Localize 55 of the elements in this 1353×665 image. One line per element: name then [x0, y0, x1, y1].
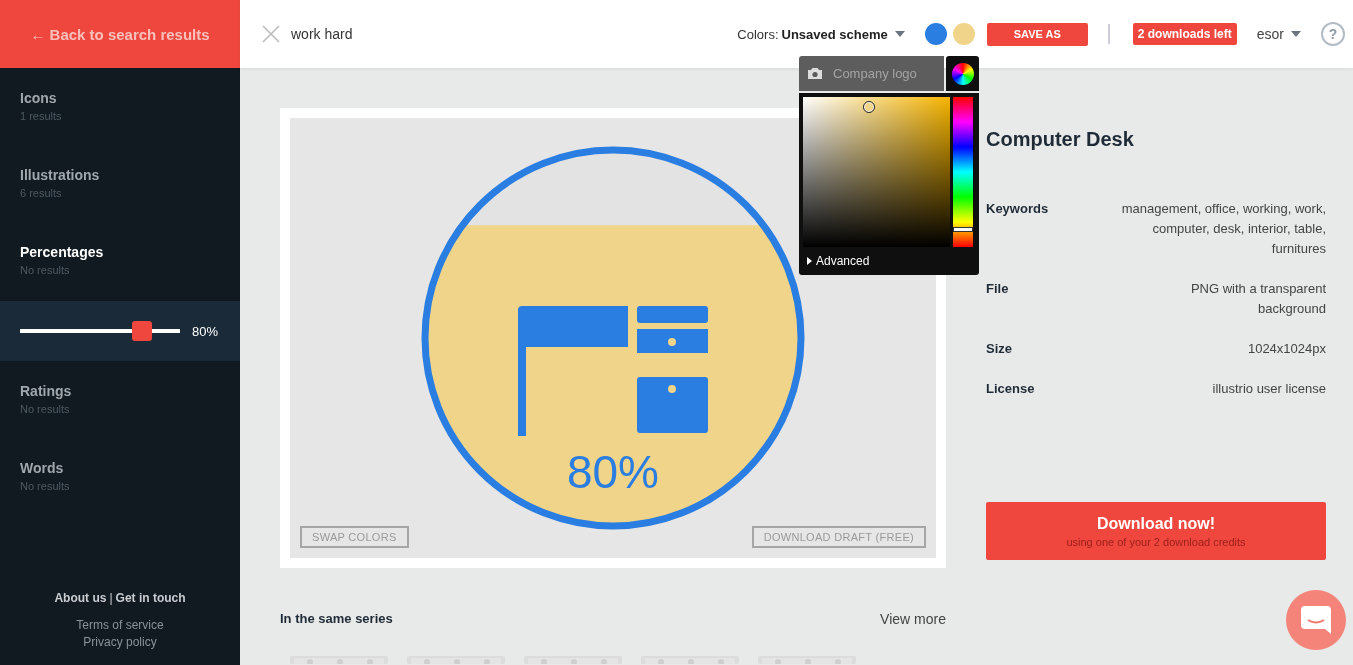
percentage-label: 80% [566, 446, 660, 498]
hue-handle[interactable] [953, 226, 973, 232]
chat-icon [1301, 606, 1331, 634]
category-count: 1 results [20, 110, 62, 122]
separator-text: | [109, 591, 113, 605]
category-count: No results [20, 480, 70, 492]
detail-value: illustrio user license [1212, 380, 1326, 398]
color-wheel-button[interactable] [946, 56, 979, 91]
picker-handle[interactable] [863, 101, 875, 113]
category-title: Icons [20, 90, 57, 106]
color-scheme-label: Colors: [737, 26, 779, 42]
category-item[interactable]: Icons 1 results [0, 88, 240, 165]
detail-label: License [986, 380, 1035, 398]
hue-slider[interactable] [953, 97, 973, 247]
search-query[interactable]: work hard [291, 26, 353, 42]
saturation-area[interactable] [803, 97, 950, 247]
category-item[interactable]: Percentages No results [0, 242, 240, 301]
detail-value: 1024x1024px [1247, 340, 1326, 358]
user-menu[interactable]: esor [1256, 26, 1284, 42]
detail-label: Size [986, 340, 1012, 358]
legal-link[interactable]: Terms of service [76, 618, 164, 632]
category-item[interactable]: Illustrations 6 results [0, 165, 240, 242]
download-button[interactable]: Download now! using one of your 2 download credits [986, 502, 1326, 560]
legal-link[interactable]: Privacy policy [83, 635, 157, 649]
downloads-badge: 2 downloads left [1132, 23, 1237, 45]
category-title: Percentages [20, 244, 104, 260]
view-more-link[interactable]: View more [880, 611, 946, 627]
detail-label: Keywords [986, 200, 1049, 218]
detail-value: PNG with a transparent background [1189, 280, 1326, 318]
caret-icon[interactable] [894, 31, 905, 37]
color-scheme-dropdown[interactable]: Unsaved scheme [781, 26, 888, 42]
section-title: In the same series [280, 611, 393, 627]
detail-label: File [986, 280, 1009, 298]
category-title: Illustrations [20, 167, 100, 183]
chat-button[interactable] [1286, 590, 1346, 650]
contact-link[interactable]: Get in touch [115, 591, 186, 605]
advanced-toggle[interactable]: Advanced [803, 247, 975, 275]
category-count: No results [20, 403, 70, 415]
save-as-button[interactable]: SAVE AS [986, 22, 1088, 46]
item-title: Computer Desk [986, 128, 1135, 151]
triangle-icon [807, 257, 812, 265]
slider-thumb[interactable] [132, 321, 152, 341]
category-item[interactable]: Words No results [0, 458, 240, 535]
color-swatch[interactable] [924, 23, 947, 45]
about-link[interactable]: About us [54, 591, 107, 605]
camera-icon [807, 67, 823, 80]
caret-icon[interactable] [1291, 31, 1301, 37]
category-title: Ratings [20, 383, 72, 399]
slider-value: 80% [192, 323, 219, 339]
color-swatch[interactable] [952, 23, 975, 45]
category-count: 6 results [20, 187, 62, 199]
category-title: Words [20, 460, 64, 476]
category-count: No results [20, 264, 70, 276]
detail-value: management, office, working, work, computer, desk, interior, table, furnitures [1120, 200, 1326, 258]
category-item[interactable]: Ratings No results [0, 381, 240, 458]
